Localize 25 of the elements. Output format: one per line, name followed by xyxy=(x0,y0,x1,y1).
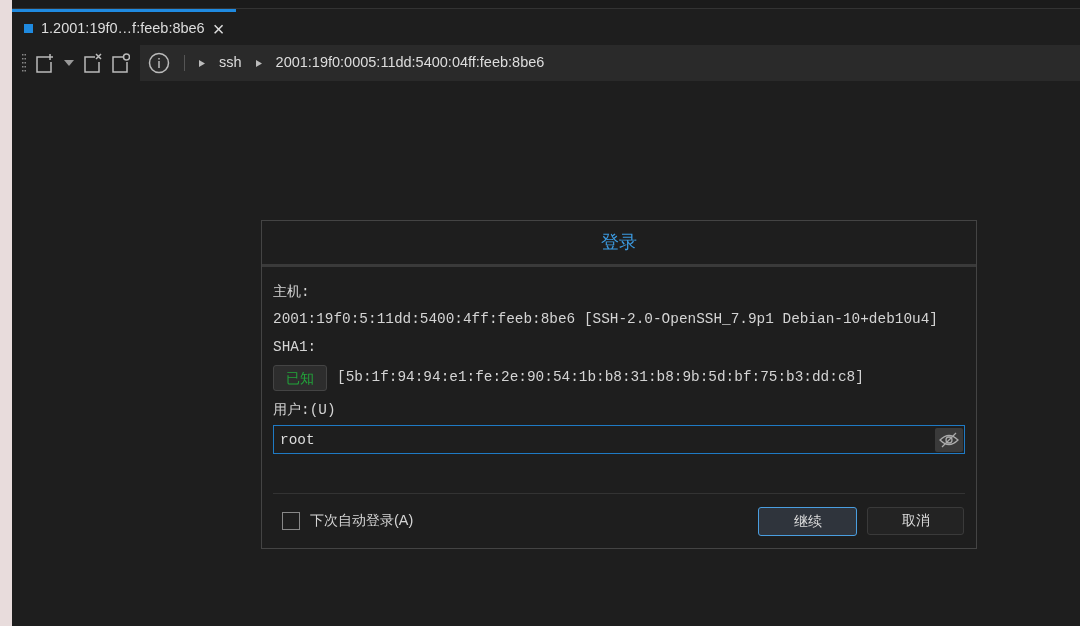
tab-square-icon xyxy=(24,24,33,33)
dialog-title: 登录 xyxy=(262,221,976,267)
host-value: 2001:19f0:5:11dd:5400:4ff:feeb:8be6 [SSH-2.0-OpenSSH_7.9p1 Debian-10+deb10u4] xyxy=(273,310,939,329)
user-label: 用户:(U) xyxy=(273,401,337,420)
sha1-label: SHA1: xyxy=(273,338,318,357)
dropdown-caret-icon[interactable] xyxy=(64,60,74,66)
dialog-button[interactable]: 取消 xyxy=(867,506,964,535)
auto-login-checkbox[interactable] xyxy=(282,512,300,530)
new-tab-icon[interactable] xyxy=(36,53,54,73)
dialog-button[interactable]: 继续 xyxy=(758,506,857,536)
tab-status-icon[interactable] xyxy=(112,53,130,73)
breadcrumb-item[interactable]: ssh xyxy=(219,52,242,74)
close-icon[interactable]: × xyxy=(212,18,225,39)
breadcrumb-item[interactable]: 2001:19f0:0005:11dd:5400:04ff:feeb:8be6 xyxy=(275,52,545,74)
close-tab-icon[interactable] xyxy=(84,53,102,73)
info-icon[interactable] xyxy=(148,52,170,74)
host-label: 主机: xyxy=(273,283,311,302)
username-field[interactable]: root xyxy=(273,425,965,454)
known-badge: 已知 xyxy=(273,365,327,391)
chevron-icon xyxy=(255,59,262,67)
drag-handle-icon[interactable] xyxy=(22,54,26,72)
hidden-eye-icon[interactable] xyxy=(935,427,963,452)
fingerprint-value: [5b:1f:94:94:e1:fe:2e:90:54:1b:b8:31:b8:9b:5d:bf:75:b3:dd:c8] xyxy=(337,368,864,388)
auto-login-label: 下次自动登录(A) xyxy=(310,511,414,531)
chevron-icon xyxy=(199,59,205,67)
